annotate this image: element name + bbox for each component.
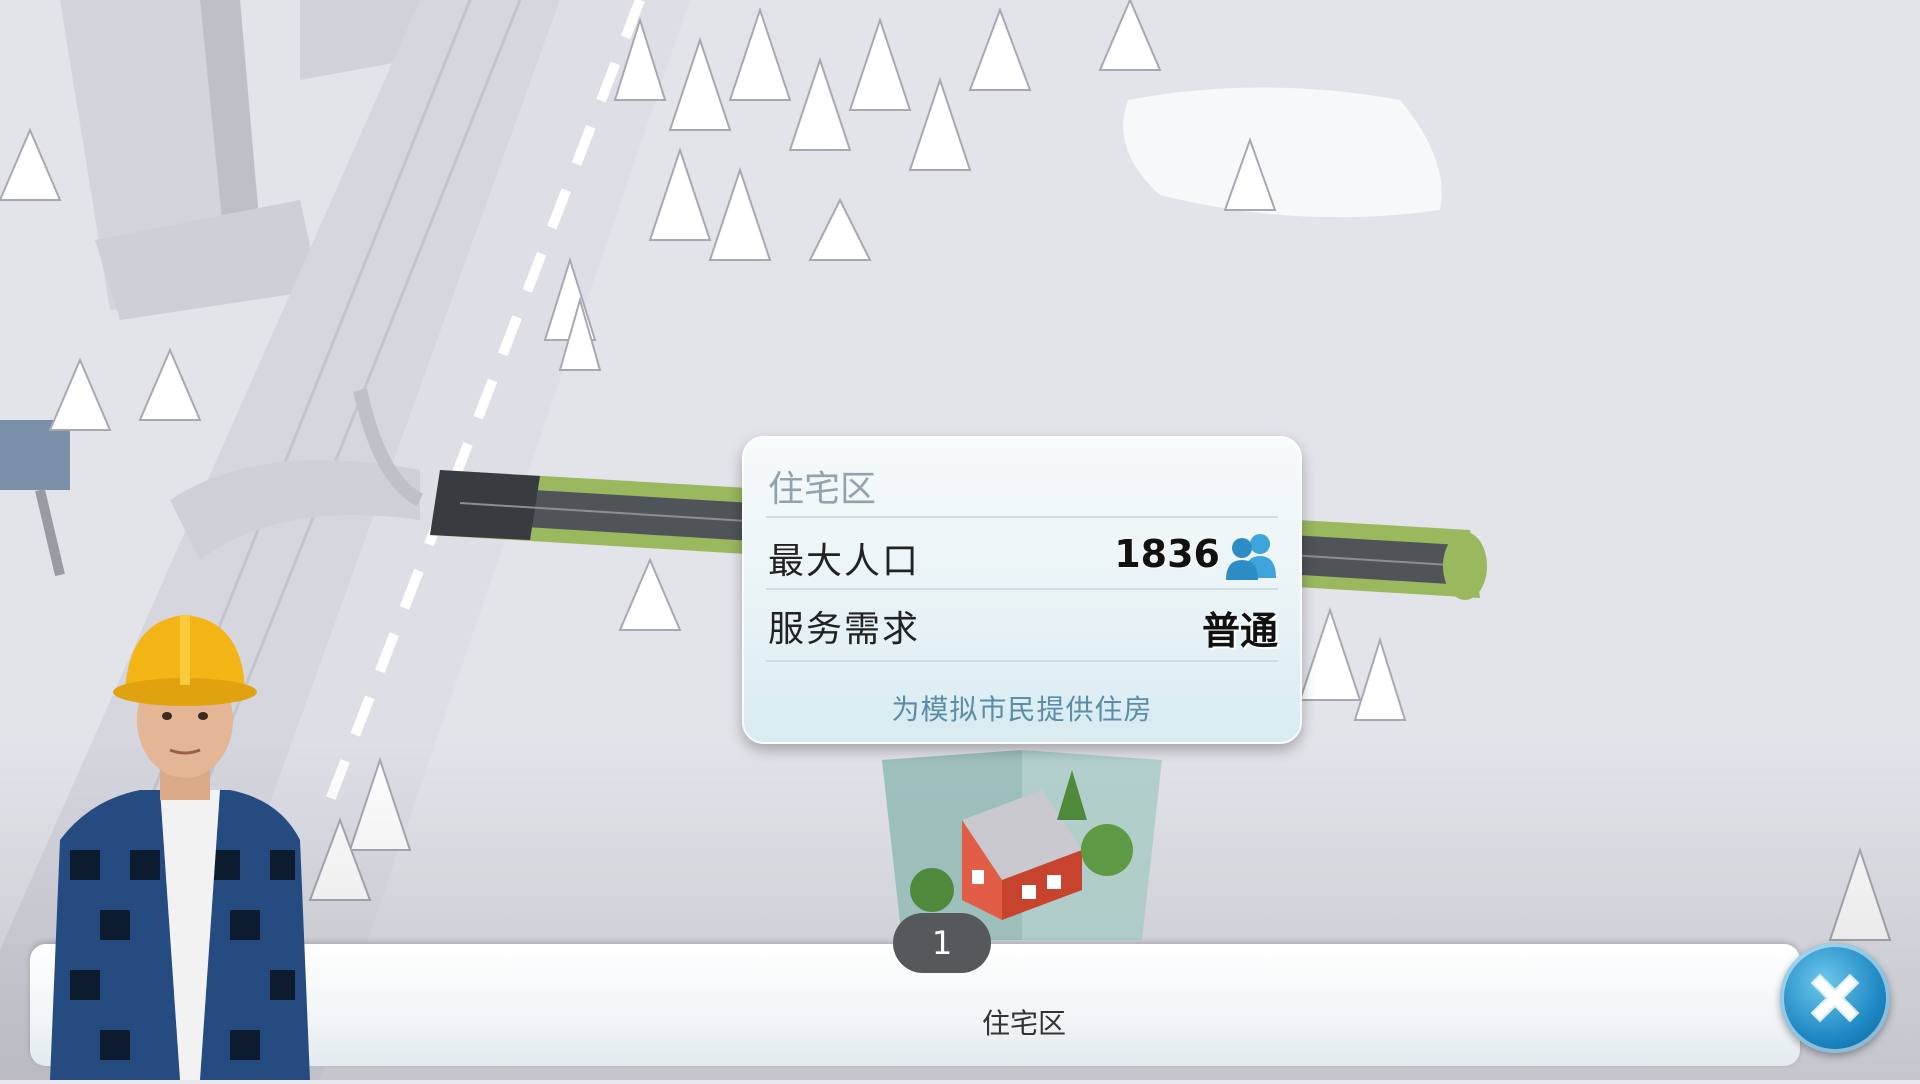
service-demand-label: 服务需求	[768, 609, 921, 650]
tooltip-title: 住宅区	[768, 469, 877, 510]
advisor-character	[30, 610, 330, 1080]
zone-info-tooltip: 住宅区 最大人口 1836 服务需求 普通 为模拟市民提供住房	[742, 436, 1302, 744]
close-icon	[1810, 973, 1860, 1023]
divider	[766, 660, 1278, 662]
advisor-avatar	[50, 615, 310, 1080]
divider	[766, 588, 1278, 590]
max-population-value: 1836	[1114, 532, 1220, 576]
close-button[interactable]	[1780, 943, 1890, 1053]
tooltip-description: 为模拟市民提供住房	[891, 693, 1153, 726]
divider	[766, 516, 1278, 518]
service-demand-value: 普通	[1201, 609, 1278, 653]
max-population-label: 最大人口	[768, 541, 921, 582]
population-icon	[1226, 534, 1276, 580]
item-count-badge: 1	[893, 913, 991, 973]
